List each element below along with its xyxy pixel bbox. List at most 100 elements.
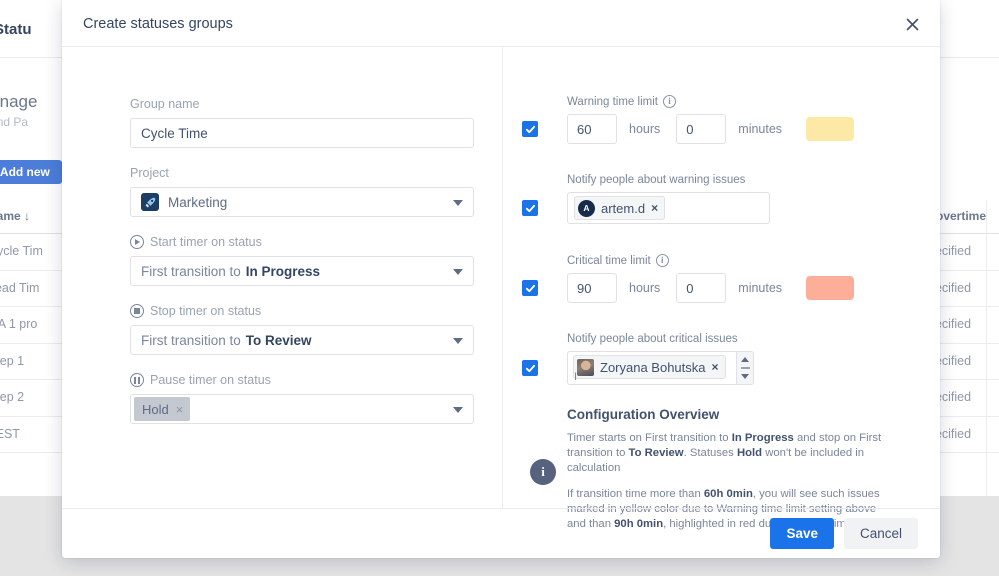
text-cursor: I [574, 371, 578, 383]
avatar: A [578, 199, 595, 217]
create-statuses-groups-dialog: Create statuses groups Group name Cycle … [62, 0, 940, 558]
configuration-overview-title: Configuration Overview [567, 407, 720, 422]
person-chip[interactable]: A artem.d × [574, 196, 666, 220]
warning-hours-input[interactable]: 60 [567, 114, 617, 144]
stepper-down-icon[interactable] [741, 373, 749, 379]
critical-time-limit-label-text: Critical time limit [567, 254, 651, 267]
critical-time-limit-row: 90 hours 0 minutes [522, 273, 922, 303]
info-circle-icon: i [530, 459, 556, 485]
person-chip[interactable]: Zoryana Bohutska × [573, 355, 726, 379]
left-form-column: Group name Cycle Time Project Marketing [130, 47, 480, 424]
field-stop-timer: Stop timer on status First transition to… [130, 304, 480, 355]
project-label: Project [130, 166, 169, 180]
config-p2-b: 60h 0min [703, 488, 753, 500]
column-header-overtime[interactable]: overtime [936, 209, 986, 223]
chevron-down-icon [453, 338, 463, 344]
background-manage-title: Manage [0, 92, 38, 111]
project-value: Marketing [168, 194, 228, 210]
project-select[interactable]: Marketing [130, 187, 474, 217]
configuration-overview-paragraph-1: Timer starts on First transition to In P… [567, 431, 887, 476]
pause-timer-label-text: Pause timer on status [150, 373, 271, 387]
dialog-body: Group name Cycle Time Project Marketing [62, 47, 940, 530]
group-notify-critical: Notify people about critical issues Zory… [522, 333, 922, 385]
dialog-header: Create statuses groups [62, 0, 940, 47]
notify-warning-label: Notify people about warning issues [567, 174, 746, 186]
field-project: Project Marketing [130, 166, 480, 217]
group-name-input[interactable]: Cycle Time [130, 118, 474, 148]
notify-warning-checkbox[interactable] [522, 200, 538, 216]
notify-warning-row: A artem.d × [522, 192, 922, 224]
stop-timer-prefix: First transition to [141, 332, 241, 348]
stop-timer-label: Stop timer on status [130, 304, 480, 318]
people-stepper[interactable] [737, 351, 754, 385]
config-p1-f: Hold [736, 447, 763, 459]
dialog-footer: Save Cancel [62, 508, 940, 557]
config-p1-e: . Statuses [683, 447, 737, 459]
warning-time-limit-row: 60 hours 0 minutes [522, 114, 922, 144]
start-timer-label-text: Start timer on status [150, 235, 262, 249]
stop-timer-value: To Review [245, 332, 312, 348]
critical-hours-input[interactable]: 90 [567, 273, 617, 303]
table-cell-name: TEST [0, 426, 20, 441]
info-icon[interactable]: i [662, 95, 676, 108]
chevron-down-icon [453, 200, 463, 206]
table-cell-name: Step 2 [0, 390, 25, 404]
notify-critical-people-input[interactable]: Zoryana Bohutska × I [567, 351, 737, 385]
cancel-button[interactable]: Cancel [843, 517, 918, 549]
critical-time-limit-checkbox[interactable] [522, 280, 538, 296]
notify-critical-checkbox[interactable] [522, 360, 538, 376]
group-notify-warning: Notify people about warning issues A art… [522, 174, 922, 224]
table-cell-name: Cycle Tim [0, 244, 43, 258]
warning-color-swatch[interactable] [806, 117, 855, 141]
remove-person-icon[interactable]: × [712, 360, 719, 374]
remove-chip-icon[interactable]: × [176, 402, 184, 417]
save-button[interactable]: Save [770, 517, 834, 549]
table-cell-name: QA 1 pro [0, 317, 38, 331]
background-manage-subtitle: top and Pa [0, 115, 29, 129]
notify-warning-people-input[interactable]: A artem.d × [567, 192, 770, 224]
warning-time-limit-label: Warning time limit i [567, 95, 922, 108]
stepper-divider [740, 366, 750, 369]
table-cell-name: Step 1 [0, 353, 25, 368]
column-header-name[interactable]: Name ↓ [0, 209, 30, 223]
config-p1-a: Timer starts on First transition to [567, 432, 732, 444]
warning-minutes-input[interactable]: 0 [676, 114, 727, 144]
add-new-button[interactable]: + Add new [0, 160, 62, 184]
group-critical-time-limit: Critical time limit i 90 hours 0 minutes [522, 254, 922, 303]
start-timer-value: In Progress [245, 263, 321, 279]
avatar [577, 358, 594, 376]
field-pause-timer: Pause timer on status Hold × [130, 373, 480, 424]
stop-timer-select[interactable]: First transition to To Review [130, 325, 474, 355]
pause-timer-label: Pause timer on status [130, 373, 480, 387]
stop-circle-icon [130, 304, 144, 318]
critical-minutes-input[interactable]: 0 [676, 273, 727, 303]
remove-person-icon[interactable]: × [651, 201, 658, 215]
start-timer-select[interactable]: First transition to In Progress [130, 256, 474, 286]
group-warning-time-limit: Warning time limit i 60 hours 0 minutes [522, 95, 922, 144]
start-timer-prefix: First transition to [141, 263, 241, 279]
critical-hours-unit: hours [629, 281, 661, 295]
critical-minutes-unit: minutes [738, 281, 783, 295]
status-chip-hold[interactable]: Hold × [134, 397, 191, 421]
notify-critical-row: Zoryana Bohutska × I [522, 351, 922, 385]
group-name-label: Group name [130, 97, 200, 111]
right-form-column: Warning time limit i 60 hours 0 minutes [522, 47, 922, 532]
person-chip-label: artem.d [601, 200, 646, 216]
info-icon[interactable]: i [655, 254, 669, 267]
pause-timer-multiselect[interactable]: Hold × [130, 394, 474, 424]
start-timer-label: Start timer on status [130, 235, 480, 249]
critical-time-limit-label: Critical time limit i [567, 254, 922, 267]
close-icon[interactable] [900, 12, 924, 36]
warning-time-limit-checkbox[interactable] [522, 121, 538, 137]
column-divider [502, 47, 503, 508]
notify-critical-people-control: Zoryana Bohutska × I [567, 351, 754, 385]
notify-critical-label: Notify people about critical issues [567, 333, 738, 345]
field-group-name: Group name Cycle Time [130, 47, 480, 148]
status-chip-label: Hold [142, 401, 169, 417]
person-chip-label: Zoryana Bohutska [600, 359, 706, 375]
critical-color-swatch[interactable] [806, 276, 855, 300]
table-cell-name: Lead Tim [0, 280, 40, 295]
stop-timer-label-text: Stop timer on status [150, 304, 262, 318]
stepper-up-icon[interactable] [741, 357, 749, 363]
warning-hours-unit: hours [629, 122, 661, 136]
